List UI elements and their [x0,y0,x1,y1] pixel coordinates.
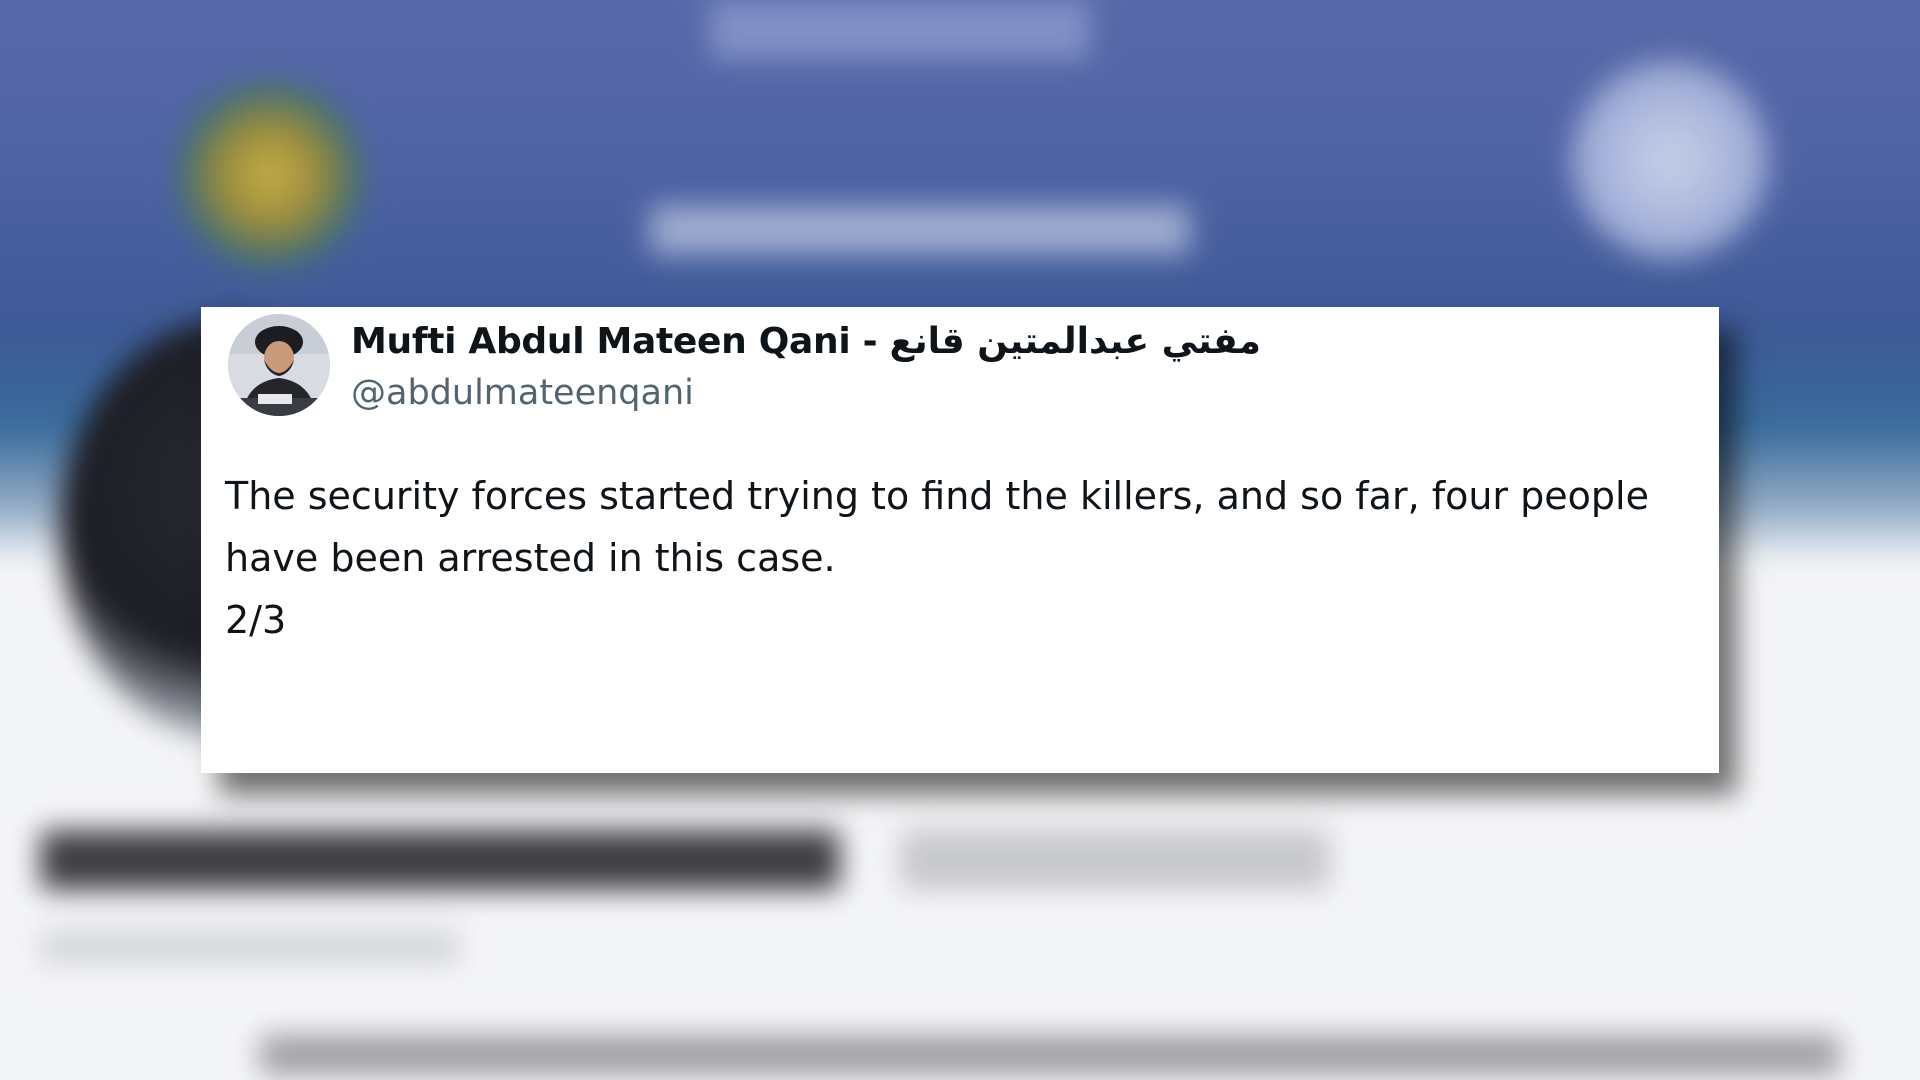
thread-counter: 2/3 [225,598,287,642]
tweet-card[interactable]: Mufti Abdul Mateen Qani - مفتي عبدالمتين… [201,307,1719,773]
profile-bio-blurred [260,1035,1840,1075]
screen: Mufti Abdul Mateen Qani - مفتي عبدالمتين… [0,0,1920,1080]
tweet-text-line: The security forces started trying to fi… [225,474,1649,518]
tweet-text: The security forces started trying to fi… [225,465,1695,651]
tweet-text-line: have been arrested in this case. [225,536,836,580]
banner-strip [710,0,1090,60]
user-handle[interactable]: @abdulmateenqani [351,373,694,413]
profile-name-arabic-blurred [900,830,1330,890]
profile-handle-blurred [40,930,460,964]
badge-icon [1570,60,1770,260]
banner-text-block [650,205,1190,255]
profile-photo-icon [228,314,330,416]
display-name[interactable]: Mufti Abdul Mateen Qani - مفتي عبدالمتين… [351,321,1261,362]
avatar[interactable] [228,314,330,416]
profile-name-blurred [40,830,840,890]
emblem-icon [175,80,365,270]
